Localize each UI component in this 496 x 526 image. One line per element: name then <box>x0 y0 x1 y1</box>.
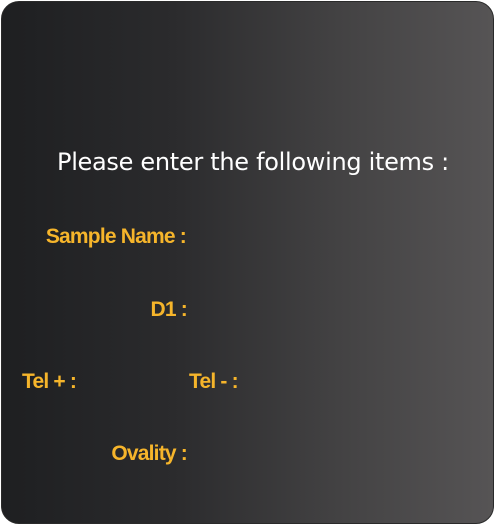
d1-label: D1 : <box>150 298 188 321</box>
prompt-text: Please enter the following items : <box>57 148 449 176</box>
tel-plus-label: Tel + : <box>22 370 77 393</box>
tel-minus-label: Tel - : <box>189 370 239 393</box>
sample-name-label: Sample Name : <box>45 225 187 248</box>
input-panel: Please enter the following items : Sampl… <box>1 1 494 524</box>
ovality-label: Ovality : <box>111 442 187 465</box>
